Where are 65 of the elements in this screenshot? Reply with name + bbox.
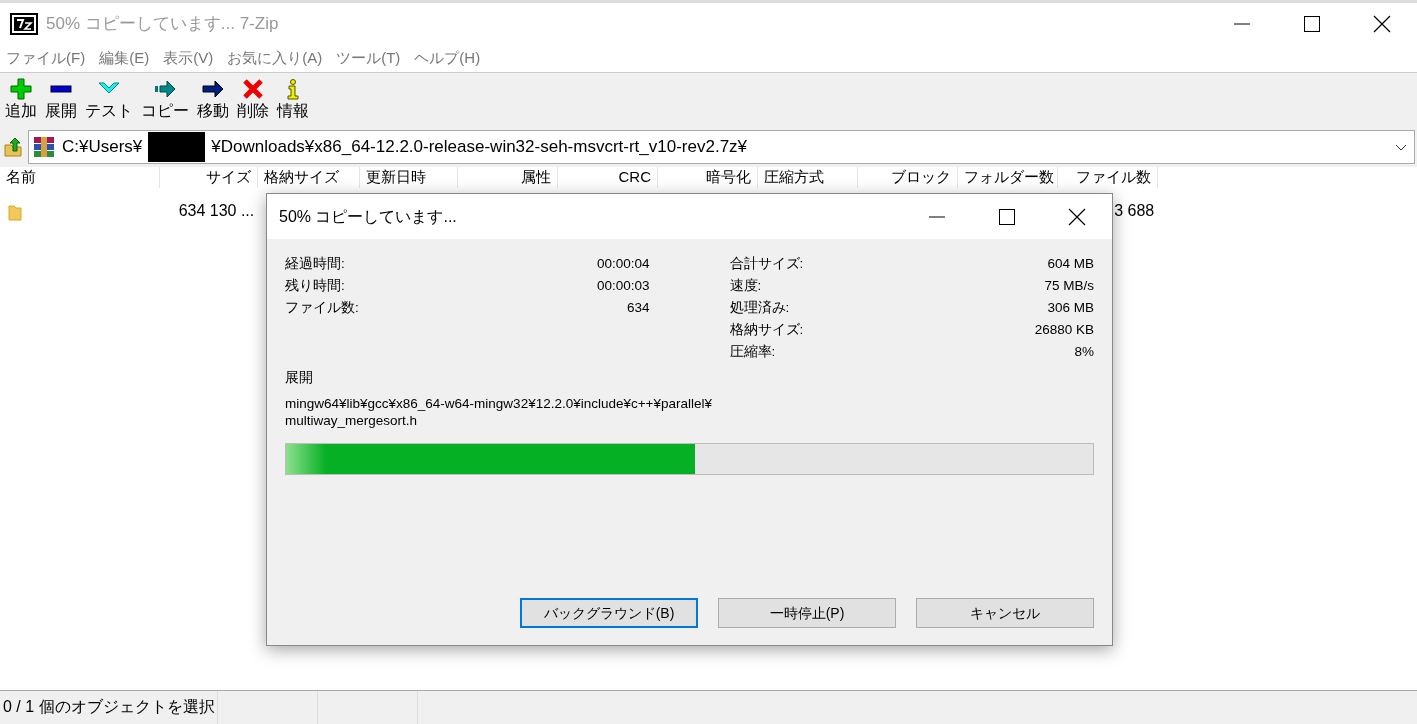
operation-label: 展開 [285, 367, 314, 387]
file-path-text: multiway_mergesort.h [285, 412, 419, 430]
stat-label: 圧縮率: [729, 343, 776, 361]
stat-label: 合計サイズ: [729, 255, 804, 273]
dialog-button[interactable]: バックグラウンド(B) [520, 598, 698, 628]
folder-icon [8, 202, 22, 221]
menu-item[interactable]: お気に入り(A) [227, 47, 323, 70]
address-field[interactable]: C:¥Users¥ ¥Downloads¥x86_64-12.2.0-release-win32-seh-msvcrt-rt_v10-rev2.7z¥ [28, 130, 1415, 164]
column-header[interactable]: 名前 [0, 167, 160, 188]
status-text: 0 / 1 個のオブジェクトを選択 [0, 691, 218, 724]
stat-label: 経過時間: [285, 255, 345, 273]
menu-item[interactable]: ツール(T) [336, 47, 401, 70]
dialog-button[interactable]: 一時停止(P) [718, 598, 896, 628]
stat-value: 306 MB [1047, 299, 1094, 317]
column-header[interactable]: 暗号化 [658, 167, 758, 188]
dialog-title: 50% コピーしています... [279, 206, 457, 227]
toolbar-button[interactable]: 移動 [196, 77, 230, 129]
menu-item[interactable]: 編集(E) [99, 47, 150, 70]
stat-value: 75 MB/s [1044, 277, 1094, 295]
menu-item[interactable]: ファイル(F) [6, 47, 86, 70]
window-title: 50% コピーしています... 7-Zip [46, 13, 279, 36]
close-icon[interactable] [1066, 207, 1088, 226]
file-path-text: mingw64¥lib¥gcc¥x86_64-w64-mingw32¥12.2.0¥include¥c++¥parallel¥ [285, 395, 714, 413]
maximize-icon[interactable] [996, 207, 1018, 226]
toolbar-button[interactable]: 追加 [4, 77, 38, 129]
stat-value: 8% [1074, 343, 1094, 361]
stat-label: 残り時間: [285, 277, 345, 295]
stat-label: ファイル数: [285, 299, 359, 317]
column-header[interactable]: ファイル数 [1058, 167, 1158, 188]
close-icon[interactable] [1371, 15, 1393, 33]
delete-icon [241, 77, 265, 101]
menu-item[interactable]: ヘルプ(H) [414, 47, 481, 70]
path-text: C:¥Users¥ [62, 136, 143, 159]
column-header[interactable]: 格納サイズ [258, 167, 360, 188]
toolbar-button[interactable]: テスト [84, 77, 134, 129]
menu-item[interactable]: 表示(V) [163, 47, 214, 70]
toolbar-button[interactable]: 展開 [44, 77, 78, 129]
column-header[interactable]: 属性 [458, 167, 558, 188]
column-header[interactable]: ブロック [858, 167, 958, 188]
folder-up-icon[interactable] [4, 137, 22, 157]
column-header[interactable]: サイズ [160, 167, 258, 188]
toolbar-button[interactable]: 削除 [236, 77, 270, 129]
stat-label: 速度: [729, 277, 762, 295]
stat-value: 00:00:04 [596, 255, 650, 273]
column-header[interactable]: 圧縮方式 [758, 167, 858, 188]
toolbar-button[interactable]: 情報 [276, 77, 310, 129]
toolbar-button[interactable]: コピー [140, 77, 190, 129]
stat-value: 26880 KB [1034, 321, 1094, 339]
dropdown-icon[interactable] [1394, 143, 1407, 152]
column-header[interactable]: フォルダー数 [958, 167, 1058, 188]
stat-value: 634 [626, 299, 650, 317]
table-cell: 3 688 [1114, 202, 1155, 219]
column-header[interactable]: 更新日時 [360, 167, 458, 188]
stat-label: 格納サイズ: [729, 321, 804, 339]
path-text: ¥Downloads¥x86_64-12.2.0-release-win32-seh-msvcrt-rt_v10-rev2.7z¥ [211, 136, 748, 159]
app-logo-icon [10, 13, 38, 35]
stat-value: 604 MB [1047, 255, 1094, 273]
table-cell-text: 634 130 ... [177, 201, 256, 221]
column-header[interactable]: CRC [558, 167, 658, 188]
stat-label: 処理済み: [729, 299, 790, 317]
maximize-icon[interactable] [1301, 15, 1323, 33]
plus-icon [9, 77, 33, 101]
archive-icon [32, 135, 56, 159]
stat-value: 00:00:03 [596, 277, 650, 295]
dialog-button[interactable]: キャンセル [916, 598, 1094, 628]
